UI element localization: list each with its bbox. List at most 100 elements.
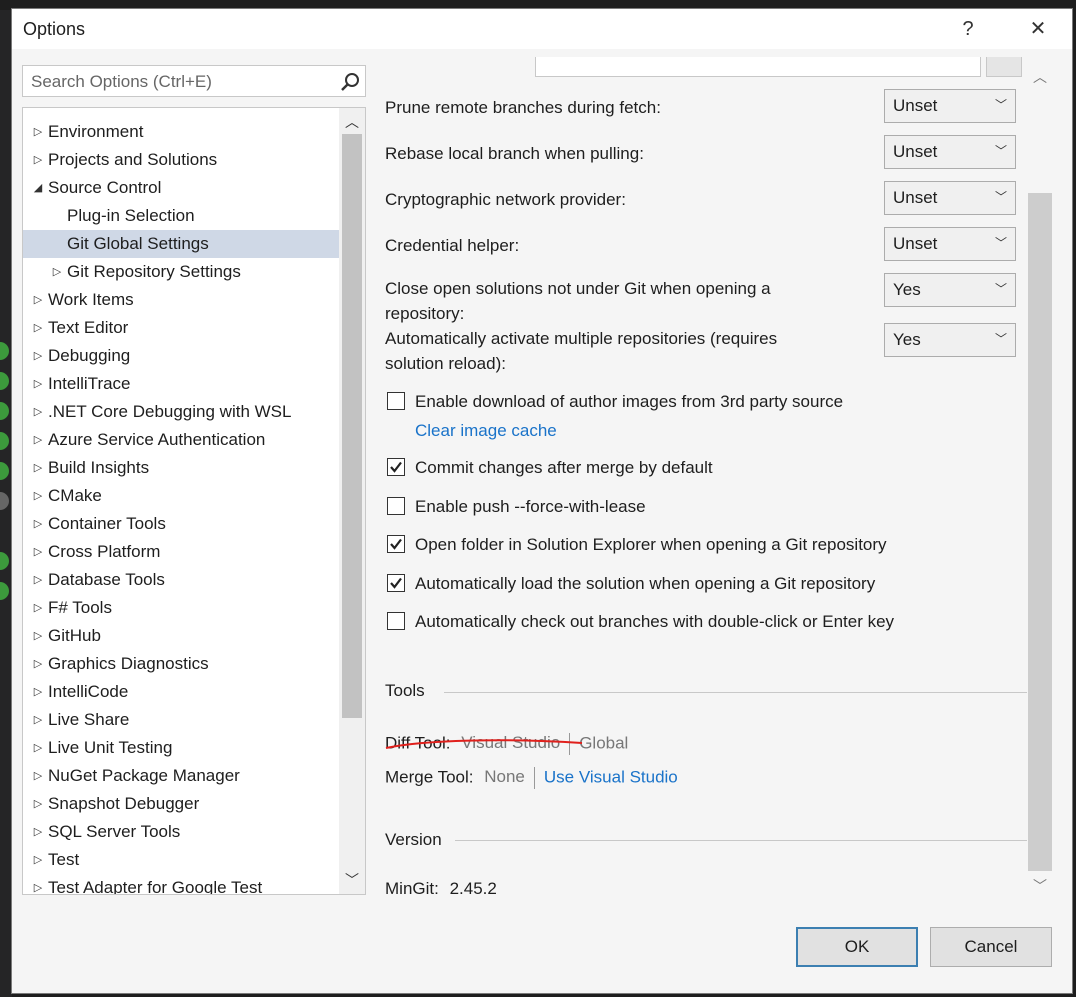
tree-item-label: F# Tools bbox=[48, 598, 112, 617]
tree-item-label: Environment bbox=[48, 122, 144, 141]
tree-item[interactable]: ▷ Debugging bbox=[23, 342, 339, 370]
collapsed-arrow-icon[interactable]: ▷ bbox=[31, 482, 45, 510]
tree-item[interactable]: ▷ Live Share bbox=[23, 706, 339, 734]
search-icon[interactable] bbox=[339, 71, 361, 93]
ok-button[interactable]: OK bbox=[796, 927, 918, 967]
collapsed-arrow-icon[interactable]: ▷ bbox=[31, 678, 45, 706]
checkbox-checked[interactable] bbox=[387, 458, 405, 476]
chevron-down-icon[interactable]: ﹀ bbox=[1027, 874, 1053, 898]
check-mark-icon bbox=[390, 461, 402, 473]
collapsed-arrow-icon[interactable]: ▷ bbox=[31, 594, 45, 622]
settings-scrollbar[interactable]: ︿ ﹀ bbox=[1027, 59, 1053, 899]
tree-item-label: NuGet Package Manager bbox=[48, 766, 240, 785]
clear-image-cache-link[interactable]: Clear image cache bbox=[415, 421, 557, 440]
tree-item[interactable]: ▷ Database Tools bbox=[23, 566, 339, 594]
tree-item[interactable]: ▷ SQL Server Tools bbox=[23, 818, 339, 846]
tree-scroll-thumb[interactable] bbox=[342, 134, 362, 718]
collapsed-arrow-icon[interactable]: ▷ bbox=[31, 426, 45, 454]
collapsed-arrow-icon[interactable]: ▷ bbox=[31, 286, 45, 314]
chevron-up-icon[interactable]: ︿ bbox=[339, 110, 365, 134]
collapsed-arrow-icon[interactable]: ▷ bbox=[31, 790, 45, 818]
tools-divider bbox=[444, 692, 1042, 693]
checkbox-label: Enable download of author images from 3r… bbox=[415, 392, 844, 411]
collapsed-arrow-icon[interactable]: ▷ bbox=[31, 846, 45, 874]
separator bbox=[533, 767, 535, 789]
help-button[interactable]: ? bbox=[954, 15, 982, 43]
close-solutions-dropdown[interactable]: Yes ﹀ bbox=[884, 273, 1016, 307]
collapsed-arrow-icon[interactable]: ▷ bbox=[31, 398, 45, 426]
settings-scroll-thumb[interactable] bbox=[1028, 193, 1052, 871]
collapsed-arrow-icon[interactable]: ▷ bbox=[31, 566, 45, 594]
tree-item[interactable]: ▷ Azure Service Authentication bbox=[23, 426, 339, 454]
options-tree: ︿ ﹀ ▷ Environment ▷ Projects and Solutions ◢… bbox=[22, 107, 366, 895]
tree-item[interactable]: ▷ Build Insights bbox=[23, 454, 339, 482]
tree-item[interactable]: ▷ Snapshot Debugger bbox=[23, 790, 339, 818]
collapsed-arrow-icon[interactable]: ▷ bbox=[31, 874, 45, 894]
collapsed-arrow-icon[interactable]: ▷ bbox=[31, 762, 45, 790]
tree-item[interactable]: Plug-in Selection bbox=[23, 202, 339, 230]
merge-tool-current: None bbox=[484, 767, 525, 787]
expanded-arrow-icon[interactable]: ◢ bbox=[31, 174, 45, 202]
close-button[interactable]: ✕ bbox=[1024, 15, 1052, 43]
search-input[interactable] bbox=[29, 69, 333, 95]
tree-item[interactable]: ▷ F# Tools bbox=[23, 594, 339, 622]
checkbox[interactable] bbox=[387, 392, 405, 410]
tree-item[interactable]: ▷ Graphics Diagnostics bbox=[23, 650, 339, 678]
tree-item[interactable]: Git Global Settings bbox=[23, 230, 339, 258]
collapsed-arrow-icon[interactable]: ▷ bbox=[31, 622, 45, 650]
tree-item[interactable]: ▷ .NET Core Debugging with WSL bbox=[23, 398, 339, 426]
crypto-value: Unset bbox=[893, 188, 938, 207]
use-visual-studio-link[interactable]: Use Visual Studio bbox=[544, 767, 678, 786]
chevron-down-icon[interactable]: ﹀ bbox=[339, 868, 365, 892]
tree-item[interactable]: ▷ Live Unit Testing bbox=[23, 734, 339, 762]
collapsed-arrow-icon[interactable]: ▷ bbox=[31, 650, 45, 678]
tree-item-label: Work Items bbox=[48, 290, 134, 309]
version-heading: Version bbox=[385, 830, 442, 849]
cancel-button[interactable]: Cancel bbox=[930, 927, 1052, 967]
tree-item[interactable]: ▷ IntelliCode bbox=[23, 678, 339, 706]
collapsed-arrow-icon[interactable]: ▷ bbox=[31, 342, 45, 370]
tree-item[interactable]: ▷ IntelliTrace bbox=[23, 370, 339, 398]
tree-item[interactable]: ▷ Test Adapter for Google Test bbox=[23, 874, 339, 895]
checkbox-checked[interactable] bbox=[387, 535, 405, 553]
tree-item[interactable]: ▷ Work Items bbox=[23, 286, 339, 314]
chevron-down-icon: ﹀ bbox=[994, 98, 1007, 112]
tree-item[interactable]: ◢ Source Control bbox=[23, 174, 339, 202]
tree-item[interactable]: ▷ Git Repository Settings bbox=[23, 258, 339, 286]
checkbox[interactable] bbox=[387, 612, 405, 630]
tree-item[interactable]: ▷ Cross Platform bbox=[23, 538, 339, 566]
tree-item[interactable]: ▷ Container Tools bbox=[23, 510, 339, 538]
title-bar: Options ? ✕ bbox=[12, 9, 1072, 49]
collapsed-arrow-icon[interactable]: ▷ bbox=[31, 454, 45, 482]
tree-item[interactable]: ▷ Projects and Solutions bbox=[23, 146, 339, 174]
rebase-dropdown[interactable]: Unset ﹀ bbox=[884, 135, 1016, 169]
tree-item[interactable]: ▷ Test bbox=[23, 846, 339, 874]
checkbox[interactable] bbox=[387, 497, 405, 515]
chevron-up-icon[interactable]: ︿ bbox=[1027, 65, 1053, 89]
collapsed-arrow-icon[interactable]: ▷ bbox=[31, 538, 45, 566]
collapsed-arrow-icon[interactable]: ▷ bbox=[31, 818, 45, 846]
tree-item[interactable]: ▷ Environment bbox=[23, 118, 339, 146]
collapsed-arrow-icon[interactable]: ▷ bbox=[31, 118, 45, 146]
collapsed-arrow-icon[interactable]: ▷ bbox=[31, 314, 45, 342]
tree-item-label: Live Unit Testing bbox=[48, 738, 173, 757]
tree-item[interactable]: ▷ NuGet Package Manager bbox=[23, 762, 339, 790]
collapsed-arrow-icon[interactable]: ▷ bbox=[31, 146, 45, 174]
tree-scrollbar[interactable]: ︿ ﹀ bbox=[339, 108, 365, 894]
prune-value: Unset bbox=[893, 96, 938, 115]
activate-repos-dropdown[interactable]: Yes ﹀ bbox=[884, 323, 1016, 357]
tree-item[interactable]: ▷ CMake bbox=[23, 482, 339, 510]
prune-dropdown[interactable]: Unset ﹀ bbox=[884, 89, 1016, 123]
collapsed-arrow-icon[interactable]: ▷ bbox=[31, 706, 45, 734]
collapsed-arrow-icon[interactable]: ▷ bbox=[31, 510, 45, 538]
crypto-dropdown[interactable]: Unset ﹀ bbox=[884, 181, 1016, 215]
tree-item[interactable]: ▷ Text Editor bbox=[23, 314, 339, 342]
tree-item[interactable]: ▷ GitHub bbox=[23, 622, 339, 650]
credential-dropdown[interactable]: Unset ﹀ bbox=[884, 227, 1016, 261]
collapsed-arrow-icon[interactable]: ▷ bbox=[31, 734, 45, 762]
checkbox-checked[interactable] bbox=[387, 574, 405, 592]
collapsed-arrow-icon[interactable]: ▷ bbox=[50, 258, 64, 286]
tree-item-label: Projects and Solutions bbox=[48, 150, 218, 169]
collapsed-arrow-icon[interactable]: ▷ bbox=[31, 370, 45, 398]
tree-item-label: Test Adapter for Google Test bbox=[48, 878, 263, 895]
